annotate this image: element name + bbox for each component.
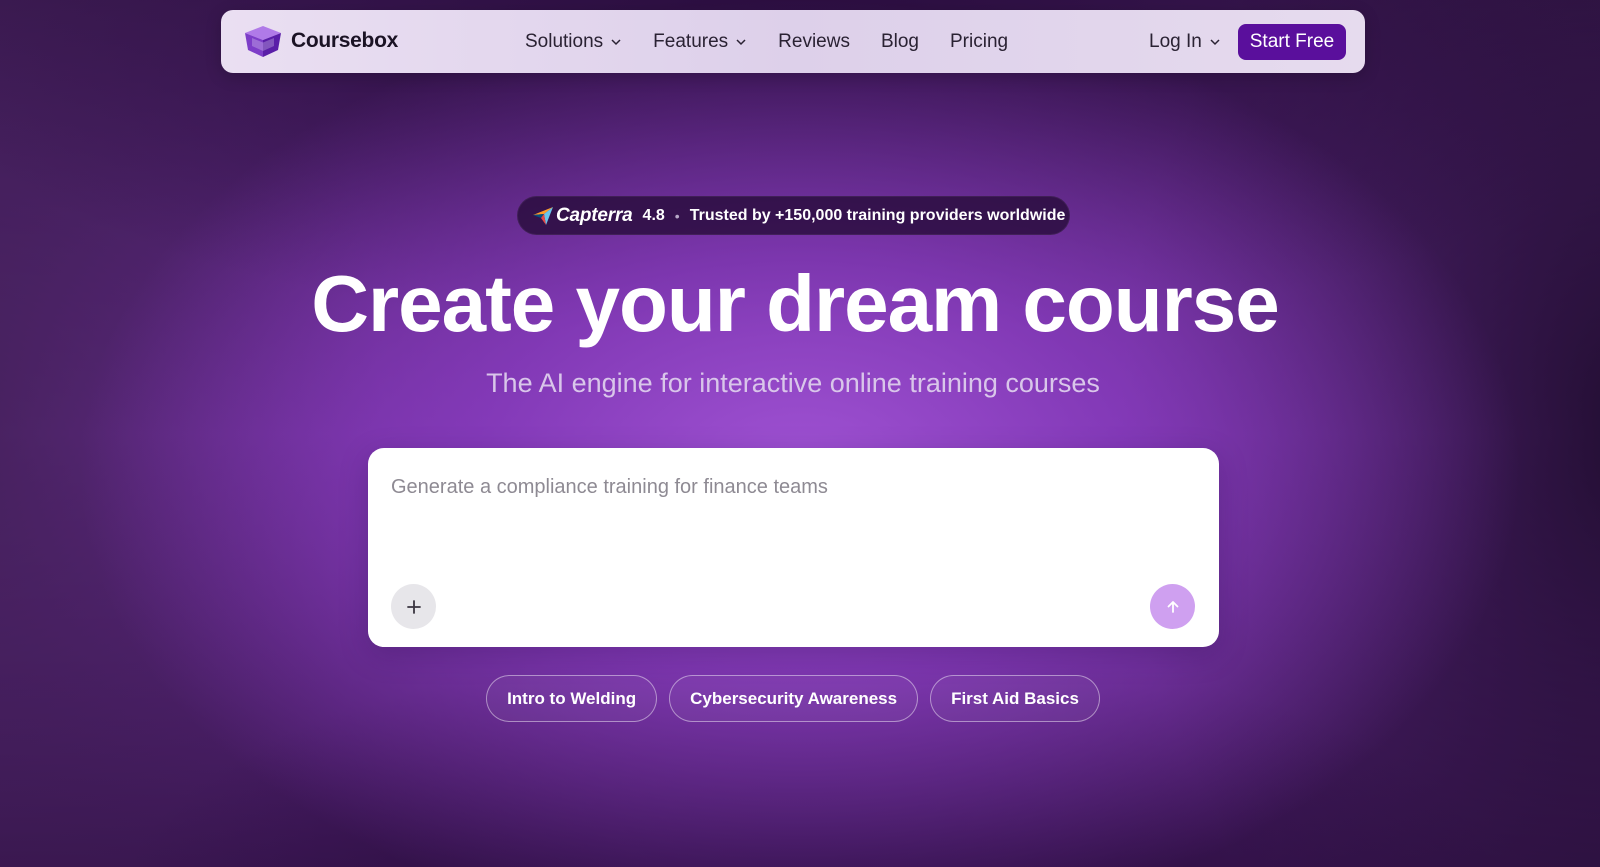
add-attachment-button[interactable] [391,584,436,629]
logo-cube-icon [245,26,281,57]
trust-badge: Capterra 4.8 • Trusted by +150,000 train… [517,196,1070,235]
suggestion-chips: Intro to Welding Cybersecurity Awareness… [0,675,1586,722]
capterra-name: Capterra [556,204,633,226]
login-menu[interactable]: Log In [1149,10,1221,73]
nav-solutions-label: Solutions [525,30,604,52]
hero-subtitle: The AI engine for interactive online tra… [486,368,1100,398]
nav-features[interactable]: Features [653,31,747,53]
arrow-up-icon [1167,600,1178,613]
nav-features-label: Features [653,30,729,52]
badge-separator: • [674,207,680,224]
brand-logo[interactable]: Coursebox [243,24,398,58]
nav-blog[interactable]: Blog [881,31,919,53]
nav-reviews[interactable]: Reviews [778,31,850,53]
nav-pricing[interactable]: Pricing [950,31,1008,53]
suggestion-chip-cybersecurity[interactable]: Cybersecurity Awareness [669,675,919,722]
chevron-down-icon [736,38,746,45]
capterra-rating: 4.8 [642,206,665,224]
nav-pricing-label: Pricing [950,30,1009,52]
nav-blog-label: Blog [880,30,919,52]
nav-solutions[interactable]: Solutions [525,31,622,53]
hero-title: Create your dream course [311,259,1280,348]
suggestion-chip-welding[interactable]: Intro to Welding [486,675,658,722]
prompt-box [368,448,1219,647]
chevron-down-icon [1210,38,1220,45]
capterra-logo-icon [533,206,553,225]
top-navbar: Coursebox Solutions Features Reviews Blo… [221,10,1365,73]
chevron-down-icon [611,38,621,45]
suggestion-chip-first-aid[interactable]: First Aid Basics [930,675,1100,722]
start-free-button[interactable]: Start Free [1238,24,1346,60]
main-nav: Solutions Features Reviews Blog Pricing [525,10,1039,73]
brand-name: Coursebox [291,29,398,52]
nav-reviews-label: Reviews [778,30,850,52]
prompt-input[interactable] [391,472,1191,502]
trust-text: Trusted by +150,000 training providers w… [689,206,1066,224]
login-label: Log In [1149,30,1202,52]
plus-icon [406,599,421,614]
send-button[interactable] [1150,584,1195,629]
